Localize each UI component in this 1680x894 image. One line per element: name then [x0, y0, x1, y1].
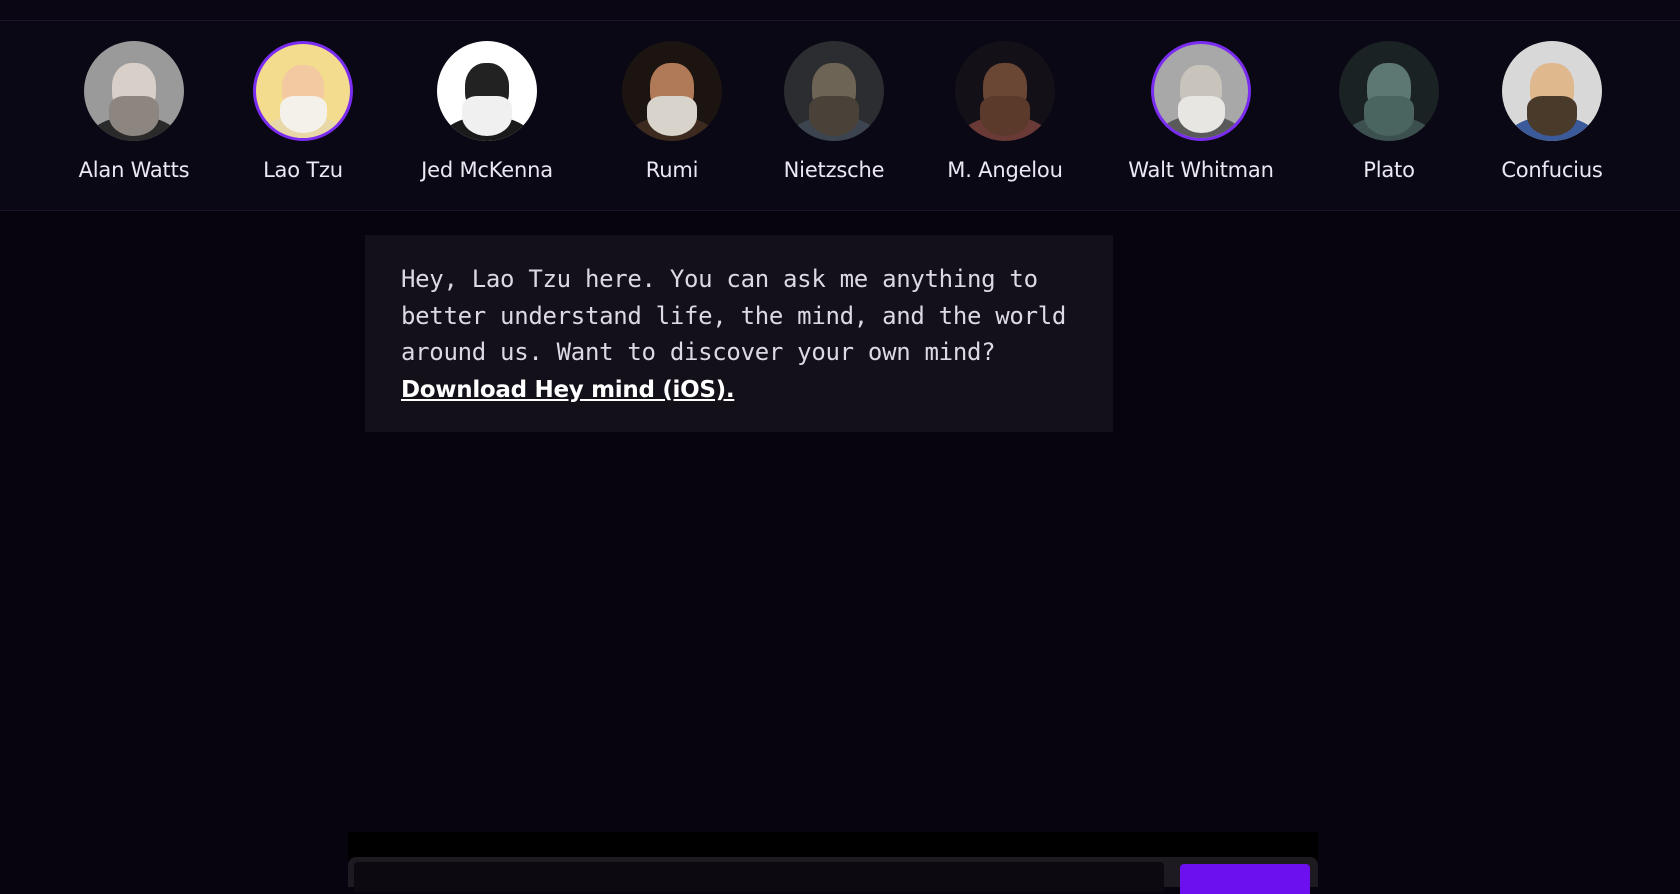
avatar-beard [647, 96, 697, 136]
avatar[interactable] [955, 41, 1055, 141]
avatar-beard [279, 95, 327, 134]
persona-lao-tzu[interactable]: Lao Tzu [208, 41, 398, 182]
avatar[interactable] [784, 41, 884, 141]
persona-walt-whitman[interactable]: Walt Whitman [1106, 41, 1296, 182]
avatar[interactable] [1151, 41, 1251, 141]
avatar[interactable] [1502, 41, 1602, 141]
top-strip [0, 0, 1680, 21]
avatar[interactable] [1339, 41, 1439, 141]
persona-confucius[interactable]: Confucius [1457, 41, 1647, 182]
download-app-link[interactable]: Download Hey mind (iOS). [401, 377, 735, 403]
persona-name: Walt Whitman [1128, 158, 1274, 182]
avatar-beard [1364, 96, 1414, 136]
avatar-beard [809, 96, 859, 136]
chat-input[interactable] [354, 862, 1164, 892]
persona-alan-watts[interactable]: Alan Watts [39, 41, 229, 182]
persona-nietzsche[interactable]: Nietzsche [739, 41, 929, 182]
composer-frame [348, 857, 1318, 894]
avatar[interactable] [437, 41, 537, 141]
avatar-beard [1527, 96, 1577, 136]
avatar-beard [109, 96, 159, 136]
persona-selector: Alan Watts Lao Tzu Jed McKenna Rumi Nietzsch… [0, 21, 1680, 211]
assistant-message: Hey, Lao Tzu here. You can ask me anythi… [365, 235, 1113, 432]
persona-name: Jed McKenna [421, 158, 553, 182]
persona-m-angelou[interactable]: M. Angelou [910, 41, 1100, 182]
persona-jed-mckenna[interactable]: Jed McKenna [392, 41, 582, 182]
persona-name: M. Angelou [947, 158, 1063, 182]
persona-name: Nietzsche [783, 158, 885, 182]
persona-name: Alan Watts [78, 158, 190, 182]
avatar-beard [1177, 95, 1225, 134]
avatar-beard [462, 96, 512, 136]
persona-plato[interactable]: Plato [1294, 41, 1484, 182]
message-body: Hey, Lao Tzu here. You can ask me anythi… [401, 265, 1067, 366]
chat-composer [348, 832, 1318, 894]
persona-name: Plato [1363, 158, 1415, 182]
persona-name: Lao Tzu [263, 158, 343, 182]
message-text: Hey, Lao Tzu here. You can ask me anythi… [401, 261, 1077, 408]
avatar[interactable] [622, 41, 722, 141]
avatar-beard [980, 96, 1030, 136]
avatar[interactable] [253, 41, 353, 141]
persona-name: Confucius [1501, 158, 1603, 182]
avatar[interactable] [84, 41, 184, 141]
send-button[interactable] [1180, 864, 1310, 894]
